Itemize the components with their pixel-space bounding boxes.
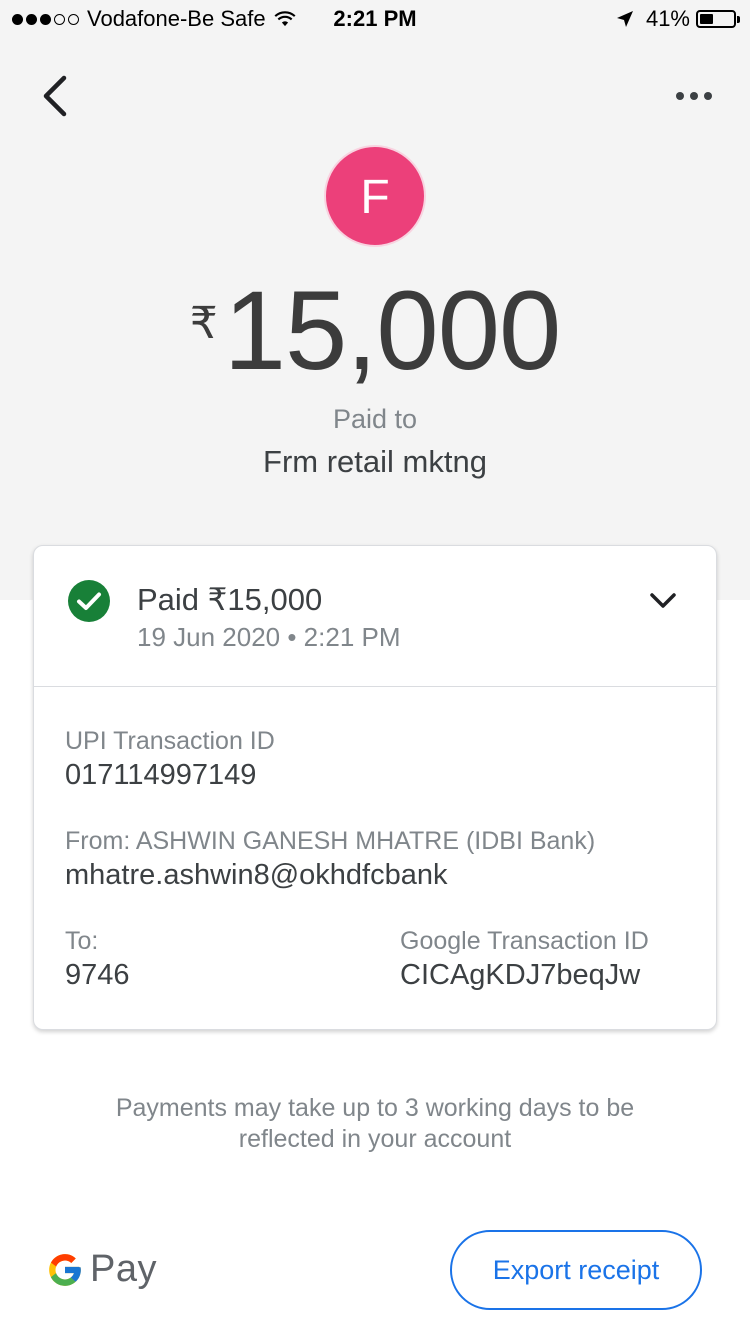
status-right: 41% — [616, 6, 740, 32]
payment-date: 19 Jun 2020 • 2:21 PM — [137, 622, 401, 652]
transaction-details-card: Paid ₹15,000 19 Jun 2020 • 2:21 PM UPI T… — [33, 545, 717, 1030]
paid-to-label: Paid to — [332, 404, 418, 434]
google-pay-logo: Pay — [46, 1248, 157, 1291]
chevron-down-icon[interactable] — [648, 590, 678, 612]
google-transaction-id-label: Google Transaction ID — [400, 927, 649, 955]
check-circle-icon — [68, 580, 110, 622]
payment-status-title: Paid ₹15,000 — [137, 582, 323, 617]
transaction-status-row[interactable]: Paid ₹15,000 19 Jun 2020 • 2:21 PM — [34, 546, 716, 687]
export-receipt-button[interactable]: Export receipt — [450, 1230, 702, 1310]
battery-icon — [696, 10, 740, 28]
more-horizontal-icon[interactable] — [672, 82, 718, 110]
from-account-value: mhatre.ashwin8@okhdfcbank — [65, 859, 448, 891]
google-transaction-id-value: CICAgKDJ7beqJw — [400, 959, 641, 991]
payee-name: Frm retail mktng — [263, 444, 487, 479]
battery-level — [700, 14, 714, 24]
to-label: To: — [65, 927, 99, 955]
processing-notice: Payments may take up to 3 working days t… — [115, 1094, 635, 1153]
google-g-icon — [49, 1253, 81, 1286]
payee-avatar: F — [324, 145, 426, 247]
battery-percentage: 41% — [645, 6, 690, 31]
to-value: 9746 — [65, 959, 130, 991]
currency-symbol: ₹ — [189, 299, 218, 348]
status-bar: Vodafone-Be Safe 2:21 PM 41% — [0, 0, 750, 40]
amount-value: 15,000 — [223, 268, 562, 393]
pay-wordmark: Pay — [90, 1248, 157, 1290]
upi-transaction-id-label: UPI Transaction ID — [65, 727, 275, 755]
location-arrow-icon — [616, 11, 633, 27]
from-account-label: From: ASHWIN GANESH MHATRE (IDBI Bank) — [65, 827, 596, 855]
arrow-back-icon[interactable] — [34, 72, 78, 120]
payment-amount: ₹ 15,000 — [0, 272, 750, 390]
upi-transaction-id-value: 017114997149 — [65, 759, 257, 791]
